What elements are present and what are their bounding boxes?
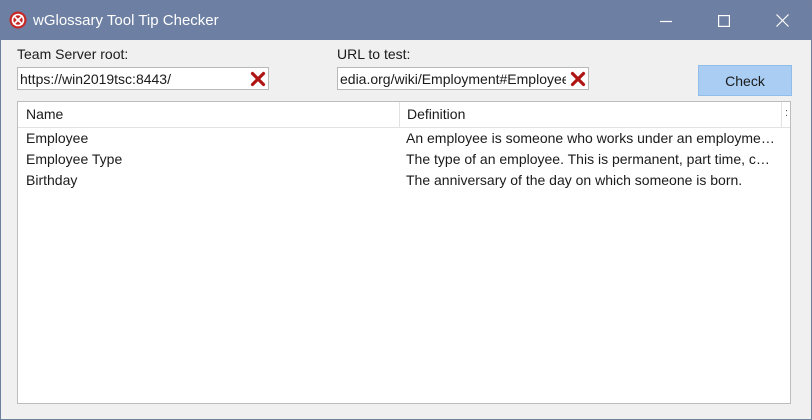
close-icon — [775, 14, 789, 27]
minimize-icon — [660, 20, 672, 22]
cell-name: Employee Type — [26, 151, 123, 167]
app-logo-icon — [9, 11, 27, 29]
grid-header: Name Definition : — [18, 102, 790, 128]
clear-x-icon[interactable] — [250, 71, 266, 87]
clear-x-icon[interactable] — [570, 71, 586, 87]
column-divider[interactable] — [781, 102, 782, 127]
close-button[interactable] — [753, 1, 811, 40]
table-row[interactable]: Birthday The anniversary of the day on w… — [18, 169, 790, 190]
maximize-icon — [718, 14, 730, 27]
check-button[interactable]: Check — [698, 65, 792, 96]
cell-definition: An employee is someone who works under a… — [406, 130, 776, 146]
url-to-test-input[interactable] — [340, 69, 566, 88]
column-header-name[interactable]: Name — [26, 102, 63, 127]
table-row[interactable]: Employee Type The type of an employee. T… — [18, 148, 790, 169]
url-to-test-label: URL to test: — [337, 46, 411, 62]
column-divider[interactable] — [399, 102, 400, 127]
cell-definition: The type of an employee. This is permane… — [406, 151, 776, 167]
column-header-extra[interactable]: : — [785, 102, 788, 127]
results-grid[interactable]: Name Definition : Employee An employee i… — [17, 101, 791, 404]
team-server-root-field — [17, 67, 269, 90]
cell-name: Birthday — [26, 172, 78, 188]
column-header-definition[interactable]: Definition — [407, 102, 465, 127]
app-window: wGlossary Tool Tip Checker Team Server r… — [0, 0, 812, 420]
window-title: wGlossary Tool Tip Checker — [33, 12, 219, 29]
table-row[interactable]: Employee An employee is someone who work… — [18, 127, 790, 148]
maximize-button[interactable] — [695, 1, 753, 40]
title-bar[interactable]: wGlossary Tool Tip Checker — [1, 1, 811, 40]
cell-name: Employee — [26, 130, 89, 146]
minimize-button[interactable] — [637, 1, 695, 40]
cell-definition: The anniversary of the day on which some… — [406, 172, 743, 188]
url-to-test-field — [337, 67, 589, 90]
team-server-root-label: Team Server root: — [17, 46, 129, 62]
team-server-root-input[interactable] — [20, 69, 246, 88]
